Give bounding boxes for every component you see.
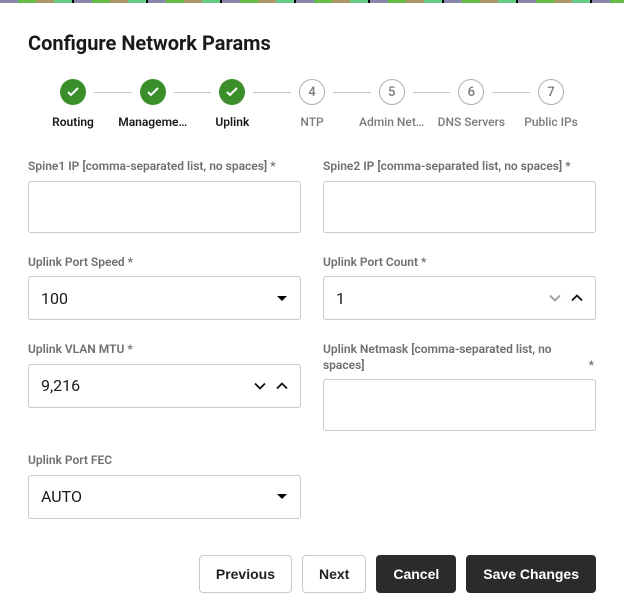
required-mark: * — [270, 159, 275, 173]
step-public-ips[interactable]: 7 Public IPs — [516, 79, 586, 129]
step-management[interactable]: Manageme… — [118, 79, 188, 129]
spine2-label: Spine2 IP [comma-separated list, no spac… — [323, 159, 596, 175]
netmask-label: Uplink Netmask [comma-separated list, no… — [323, 342, 596, 373]
cancel-button[interactable]: Cancel — [376, 555, 456, 593]
step-number: 5 — [379, 79, 405, 105]
step-dns-servers[interactable]: 6 DNS Servers — [436, 79, 506, 129]
step-label: Public IPs — [524, 115, 578, 129]
step-routing[interactable]: Routing — [38, 79, 108, 129]
previous-button[interactable]: Previous — [199, 555, 292, 593]
step-label: Uplink — [215, 115, 249, 129]
step-number: 4 — [299, 79, 325, 105]
required-mark: * — [128, 255, 133, 269]
page-title: Configure Network Params — [28, 31, 596, 55]
step-admin-net[interactable]: 5 Admin Net… — [357, 79, 427, 129]
wizard-stepper: Routing Manageme… Uplink 4 NTP 5 Admin N… — [38, 79, 586, 129]
step-number: 7 — [538, 79, 564, 105]
check-icon — [67, 87, 79, 97]
footer-actions: Previous Next Cancel Save Changes — [28, 555, 596, 593]
check-icon — [147, 87, 159, 97]
step-ntp[interactable]: 4 NTP — [277, 79, 347, 129]
spine1-label: Spine1 IP [comma-separated list, no spac… — [28, 159, 301, 175]
vlan-mtu-value: 9,216 — [41, 376, 254, 395]
spine2-input[interactable] — [323, 181, 596, 233]
required-mark: * — [565, 159, 570, 173]
port-count-stepper[interactable]: 1 — [323, 276, 596, 320]
chevron-up-icon[interactable] — [571, 294, 583, 302]
chevron-down-icon[interactable] — [254, 382, 266, 390]
next-button[interactable]: Next — [302, 555, 366, 593]
step-label: Manageme… — [118, 115, 187, 129]
netmask-input[interactable] — [323, 379, 596, 431]
save-changes-button[interactable]: Save Changes — [466, 555, 596, 593]
step-label: Admin Net… — [359, 115, 424, 129]
chevron-down-icon[interactable] — [549, 294, 561, 302]
step-uplink[interactable]: Uplink — [197, 79, 267, 129]
step-label: DNS Servers — [438, 115, 505, 129]
step-number: 6 — [458, 79, 484, 105]
check-icon — [226, 87, 238, 97]
required-mark: * — [421, 255, 426, 269]
port-speed-value: 100 — [41, 289, 276, 308]
port-speed-label: Uplink Port Speed* — [28, 255, 301, 271]
required-mark: * — [127, 342, 132, 356]
step-label: NTP — [300, 115, 323, 129]
port-count-label: Uplink Port Count* — [323, 255, 596, 271]
caret-down-icon — [276, 295, 288, 302]
required-mark: * — [589, 358, 594, 374]
port-fec-value: AUTO — [41, 487, 276, 506]
vlan-mtu-label: Uplink VLAN MTU* — [28, 342, 301, 358]
vlan-mtu-stepper[interactable]: 9,216 — [28, 364, 301, 408]
step-label: Routing — [52, 115, 94, 129]
port-fec-label: Uplink Port FEC — [28, 453, 301, 469]
chevron-up-icon[interactable] — [276, 382, 288, 390]
port-speed-select[interactable]: 100 — [28, 276, 301, 320]
port-count-value: 1 — [336, 289, 549, 308]
spine1-input[interactable] — [28, 181, 301, 233]
port-fec-select[interactable]: AUTO — [28, 475, 301, 519]
caret-down-icon — [276, 493, 288, 500]
